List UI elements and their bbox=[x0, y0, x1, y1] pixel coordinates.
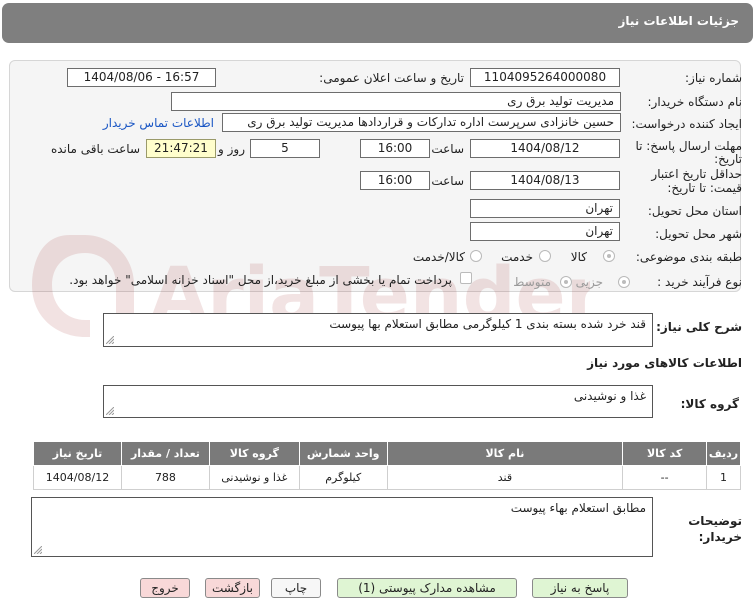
remaining-days-field[interactable]: 5 bbox=[250, 139, 320, 158]
announce-datetime-field[interactable]: 1404/08/06 - 16:57 bbox=[67, 68, 216, 87]
col-group: گروه کالا bbox=[208, 441, 300, 466]
reply-button[interactable]: پاسخ به نیاز bbox=[532, 578, 628, 598]
reply-deadline-time-label: ساعت bbox=[431, 142, 464, 156]
category-option-goods-service: کالا/خدمت bbox=[412, 250, 465, 264]
col-item-code: کد کالا bbox=[622, 441, 708, 466]
page-header: جزئیات اطلاعات نیاز bbox=[2, 3, 753, 43]
validity-label: حداقل تاریخ اعتبار bbox=[651, 167, 742, 181]
city-field[interactable]: تهران bbox=[470, 222, 620, 241]
validity-time-field[interactable]: 16:00 bbox=[360, 171, 430, 190]
remaining-days-label: روز و bbox=[218, 142, 245, 156]
reply-deadline-label: مهلت ارسال پاسخ: تا bbox=[635, 139, 742, 153]
province-label: استان محل تحویل: bbox=[647, 204, 742, 218]
validity-date-field[interactable]: 1404/08/13 bbox=[470, 171, 620, 190]
exit-button[interactable]: خروج bbox=[140, 578, 190, 598]
treasury-checkbox[interactable] bbox=[460, 272, 472, 284]
col-unit: واحد شمارش bbox=[298, 441, 388, 466]
remaining-time-field: 21:47:21 bbox=[146, 139, 216, 158]
buyer-contact-link[interactable]: اطلاعات تماس خریدار bbox=[103, 116, 214, 130]
requester-label: ایجاد کننده درخواست: bbox=[631, 117, 742, 131]
buyer-org-label: نام دستگاه خریدار: bbox=[647, 95, 743, 109]
description-label: شرح کلی نیاز: bbox=[656, 320, 742, 334]
view-attachments-button[interactable]: مشاهده مدارک پیوستی (1) bbox=[337, 578, 517, 598]
goods-group-textarea[interactable]: غذا و نوشیدنی bbox=[103, 385, 653, 418]
process-radio-partial[interactable] bbox=[618, 276, 630, 288]
description-textarea[interactable]: قند خرد شده بسته بندی 1 کیلوگرمی مطابق ا… bbox=[103, 313, 653, 347]
reply-deadline-label-2: تاریخ: bbox=[714, 152, 742, 166]
table-header-row: ردیف کد کالا نام کالا واحد شمارش گروه کا… bbox=[33, 441, 741, 466]
cell-quantity: 788 bbox=[121, 465, 210, 490]
treasury-note: پرداخت تمام یا بخشی از مبلغ خرید،از محل … bbox=[69, 273, 452, 287]
col-item-name: نام کالا bbox=[386, 441, 624, 466]
need-number-field[interactable]: 1104095264000080 bbox=[470, 68, 620, 87]
province-field[interactable]: تهران bbox=[470, 199, 620, 218]
category-radio-goods-service[interactable] bbox=[470, 250, 482, 262]
buyer-notes-label: توضیحات bbox=[688, 514, 742, 528]
process-option-medium: متوسط bbox=[513, 275, 551, 289]
back-button[interactable]: بازگشت bbox=[205, 578, 260, 598]
process-radio-medium[interactable] bbox=[560, 276, 572, 288]
cell-row-number: 1 bbox=[706, 465, 741, 490]
resize-grip-icon[interactable] bbox=[34, 546, 42, 554]
col-row-number: ردیف bbox=[706, 441, 741, 466]
cell-item-code: -- bbox=[622, 465, 708, 490]
reply-deadline-time-field[interactable]: 16:00 bbox=[360, 139, 430, 158]
cell-unit: کیلوگرم bbox=[298, 465, 388, 490]
process-option-partial: جزیی bbox=[575, 275, 603, 289]
cell-group: غذا و نوشیدنی bbox=[208, 465, 300, 490]
reply-deadline-date-field[interactable]: 1404/08/12 bbox=[470, 139, 620, 158]
col-quantity: تعداد / مقدار bbox=[121, 441, 210, 466]
col-need-date: تاریخ نیاز bbox=[33, 441, 122, 466]
category-radio-goods[interactable] bbox=[603, 250, 615, 262]
resize-grip-icon[interactable] bbox=[106, 407, 114, 415]
requester-field[interactable]: حسین خانزادی سرپرست اداره تدارکات و قرار… bbox=[222, 113, 621, 132]
goods-group-label: گروه کالا: bbox=[680, 397, 739, 411]
category-option-service: خدمت bbox=[501, 250, 533, 264]
buyer-org-field[interactable]: مدیریت تولید برق ری bbox=[171, 92, 621, 111]
remaining-time-label: ساعت باقی مانده bbox=[50, 142, 140, 156]
category-radio-service[interactable] bbox=[539, 250, 551, 262]
category-label: طبقه بندی موضوعی: bbox=[635, 250, 742, 264]
category-option-goods: کالا bbox=[570, 250, 587, 264]
announce-datetime-label: تاریخ و ساعت اعلان عمومی: bbox=[319, 71, 464, 85]
process-type-label: نوع فرآیند خرید : bbox=[657, 275, 742, 289]
cell-need-date: 1404/08/12 bbox=[33, 465, 122, 490]
buyer-notes-text: مطابق استعلام بهاء پیوست bbox=[510, 501, 646, 515]
items-table: ردیف کد کالا نام کالا واحد شمارش گروه کا… bbox=[33, 441, 741, 490]
city-label: شهر محل تحویل: bbox=[655, 227, 742, 241]
goods-group-text: غذا و نوشیدنی bbox=[573, 389, 646, 403]
validity-label-2: قیمت: تا تاریخ: bbox=[667, 181, 742, 195]
need-number-label: شماره نیاز: bbox=[685, 71, 742, 85]
page-title: جزئیات اطلاعات نیاز bbox=[618, 14, 739, 28]
buyer-notes-label-2: خریدار: bbox=[698, 530, 742, 544]
description-text: قند خرد شده بسته بندی 1 کیلوگرمی مطابق ا… bbox=[329, 317, 646, 331]
goods-section-title: اطلاعات کالاهای مورد نیاز bbox=[587, 356, 742, 370]
validity-time-label: ساعت bbox=[431, 174, 464, 188]
print-button[interactable]: چاپ bbox=[271, 578, 321, 598]
table-row[interactable]: 1 -- قند کیلوگرم غذا و نوشیدنی 788 1404/… bbox=[33, 465, 741, 490]
buyer-notes-textarea[interactable]: مطابق استعلام بهاء پیوست bbox=[31, 497, 653, 557]
resize-grip-icon[interactable] bbox=[106, 336, 114, 344]
cell-item-name: قند bbox=[386, 465, 624, 490]
